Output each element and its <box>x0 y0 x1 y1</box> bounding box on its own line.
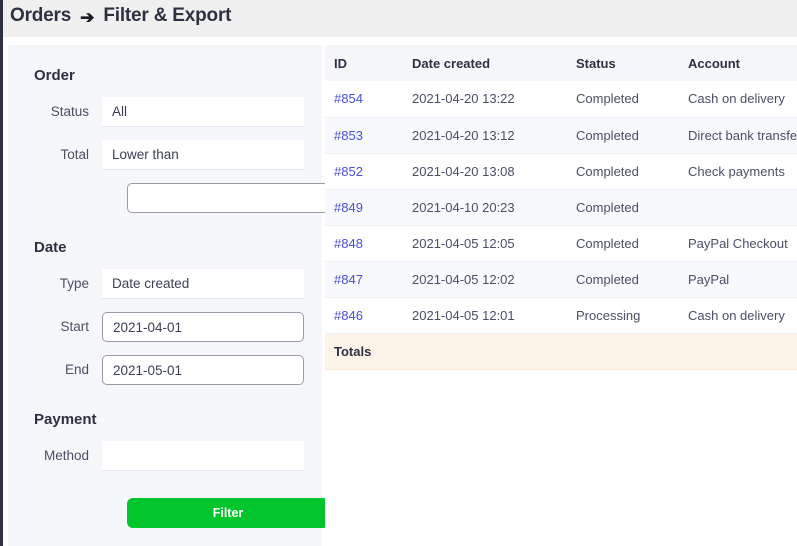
cell-status: Completed <box>567 225 679 261</box>
table-body: #8542021-04-20 13:22CompletedCash on del… <box>325 81 797 369</box>
filter-sidebar: Order Status All Total Lower than Date <box>8 45 322 546</box>
cell-status: Completed <box>567 261 679 297</box>
cell-date-created: 2021-04-05 12:02 <box>403 261 567 297</box>
total-comparator-value: Lower than <box>112 147 179 162</box>
filter-button[interactable]: Filter <box>127 498 329 528</box>
field-order-amount <box>127 183 304 213</box>
total-label: Total <box>26 148 102 162</box>
status-label: Status <box>26 105 102 119</box>
column-header-id[interactable]: ID <box>325 45 403 81</box>
order-id-link[interactable]: #848 <box>334 236 363 251</box>
date-start-label: Start <box>26 320 102 334</box>
order-section-title: Order <box>34 67 304 84</box>
field-payment-method: Method <box>26 441 304 471</box>
cell-status: Completed <box>567 81 679 117</box>
cell-account: Check payments <box>679 153 797 189</box>
field-order-total: Total Lower than <box>26 140 304 170</box>
cell-id: #848 <box>325 225 403 261</box>
cell-date-created: 2021-04-20 13:22 <box>403 81 567 117</box>
left-edge-rail <box>0 0 3 546</box>
field-order-status: Status All <box>26 97 304 127</box>
cell-date-created: 2021-04-20 13:12 <box>403 117 567 153</box>
cell-account: Direct bank transfer <box>679 117 797 153</box>
payment-method-label: Method <box>26 449 102 463</box>
cell-account: Cash on delivery <box>679 81 797 117</box>
cell-id: #847 <box>325 261 403 297</box>
date-type-label: Type <box>26 277 102 291</box>
totals-empty-cell <box>567 333 679 369</box>
cell-id: #852 <box>325 153 403 189</box>
date-end-label: End <box>26 363 102 377</box>
cell-status: Completed <box>567 153 679 189</box>
table-row[interactable]: #854 2021-04-20 13:22CompletedCash on del… <box>325 81 797 117</box>
cell-id: #849 <box>325 189 403 225</box>
table-header-row: ID Date created Status Account <box>325 45 797 81</box>
cell-status: Completed <box>567 189 679 225</box>
totals-empty-cell <box>679 333 797 369</box>
totals-row: Totals <box>325 333 797 369</box>
arrow-right-icon: ➔ <box>80 9 94 26</box>
order-id-link[interactable]: #847 <box>334 272 363 287</box>
cell-date-created: 2021-04-05 12:05 <box>403 225 567 261</box>
cell-status: Processing <box>567 297 679 333</box>
cell-id: #846 <box>325 297 403 333</box>
orders-table: ID Date created Status Account #854 2021-… <box>325 45 797 370</box>
breadcrumb: Orders ➔ Filter & Export <box>10 5 231 27</box>
date-start-input[interactable] <box>102 312 304 342</box>
order-id-link[interactable]: #852 <box>334 164 363 179</box>
column-header-status[interactable]: Status <box>567 45 679 81</box>
page-root: Orders ➔ Filter & Export Order Status Al… <box>0 0 797 546</box>
field-date-start: Start <box>26 312 304 342</box>
total-comparator-select[interactable]: Lower than <box>102 140 304 170</box>
cell-account: PayPal Checkout <box>679 225 797 261</box>
table-row[interactable]: #847 2021-04-05 12:02CompletedPayPal <box>325 261 797 297</box>
field-date-end: End <box>26 355 304 385</box>
order-id-link[interactable]: #854 <box>334 91 363 106</box>
date-type-value: Date created <box>112 276 189 291</box>
cell-date-created: 2021-04-20 13:08 <box>403 153 567 189</box>
totals-empty-cell <box>403 333 567 369</box>
cell-account: Cash on delivery <box>679 297 797 333</box>
totals-label: Totals <box>325 333 403 369</box>
cell-id: #854 <box>325 81 403 117</box>
table-row[interactable]: #849 2021-04-10 20:23Completed <box>325 189 797 225</box>
column-header-account[interactable]: Account <box>679 45 797 81</box>
date-type-select[interactable]: Date created <box>102 269 304 299</box>
date-section-title: Date <box>34 239 304 256</box>
table-row[interactable]: #848 2021-04-05 12:05CompletedPayPal Chec… <box>325 225 797 261</box>
cell-date-created: 2021-04-05 12:01 <box>403 297 567 333</box>
top-header-bar: Orders ➔ Filter & Export <box>3 0 797 37</box>
order-id-link[interactable]: #853 <box>334 128 363 143</box>
field-date-type: Type Date created <box>26 269 304 299</box>
payment-method-select[interactable] <box>102 441 304 471</box>
cell-date-created: 2021-04-10 20:23 <box>403 189 567 225</box>
order-id-link[interactable]: #849 <box>334 200 363 215</box>
status-select-value: All <box>112 104 127 119</box>
breadcrumb-parent[interactable]: Orders <box>10 5 71 27</box>
total-amount-input[interactable] <box>127 183 329 213</box>
cell-account <box>679 189 797 225</box>
order-id-link[interactable]: #846 <box>334 308 363 323</box>
column-header-date-created[interactable]: Date created <box>403 45 567 81</box>
orders-table-container: ID Date created Status Account #854 2021-… <box>325 45 797 546</box>
status-select[interactable]: All <box>102 97 304 127</box>
cell-id: #853 <box>325 117 403 153</box>
table-header: ID Date created Status Account <box>325 45 797 81</box>
payment-section-title: Payment <box>34 411 304 428</box>
cell-status: Completed <box>567 117 679 153</box>
table-row[interactable]: #846 2021-04-05 12:01ProcessingCash on de… <box>325 297 797 333</box>
cell-account: PayPal <box>679 261 797 297</box>
table-row[interactable]: #852 2021-04-20 13:08CompletedCheck payme… <box>325 153 797 189</box>
page-title: Filter & Export <box>103 5 231 27</box>
table-row[interactable]: #853 2021-04-20 13:12CompletedDirect bank… <box>325 117 797 153</box>
date-end-input[interactable] <box>102 355 304 385</box>
